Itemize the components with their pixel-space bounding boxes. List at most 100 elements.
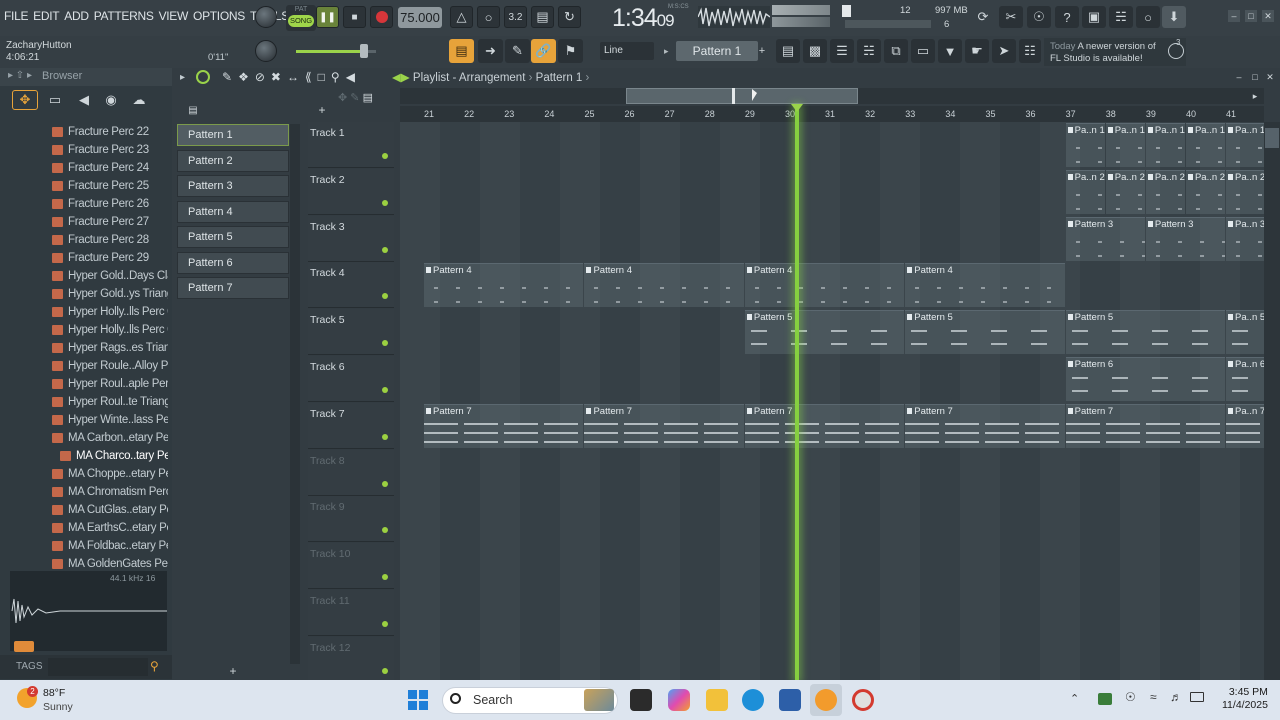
track-header[interactable]: Track 6: [308, 356, 394, 402]
scroll-right-arrow-icon[interactable]: ▸: [1250, 90, 1260, 102]
shop-button[interactable]: ☷: [1019, 39, 1041, 63]
file-explorer-icon[interactable]: [706, 689, 728, 711]
browser-item[interactable]: Hyper Winte..lass Perc: [0, 411, 168, 429]
main-volume-knob[interactable]: [255, 6, 277, 28]
playhead-marker-icon[interactable]: [790, 104, 803, 112]
picker-patterns-icon[interactable]: ▤: [184, 102, 202, 118]
pattern-item[interactable]: Pattern 7: [177, 277, 289, 299]
touch-keyboard-button[interactable]: ☛: [965, 39, 989, 63]
pattern-prev-arrow-icon[interactable]: ▸: [664, 42, 674, 60]
metronome-button[interactable]: △: [450, 6, 473, 28]
browser-cloud-button[interactable]: ☁: [129, 90, 149, 110]
plugin-database-button[interactable]: ▼: [938, 39, 962, 63]
pattern-clip[interactable]: Pattern 3: [1145, 216, 1226, 261]
timeline-ruler[interactable]: 21 22 23 24 25 26 27 28 29 30 31 32 33 34 35 36 37 38 39 40…: [400, 106, 1264, 122]
browser-item[interactable]: Fracture Perc 24: [0, 159, 168, 177]
pattern-item[interactable]: Pattern 6: [177, 251, 289, 274]
menu-item-add[interactable]: ADD: [64, 9, 89, 23]
menu-item-view[interactable]: VIEW: [159, 9, 189, 23]
browser-sounds-button[interactable]: ◉: [101, 90, 121, 110]
undo-button[interactable]: ⟳: [972, 6, 994, 28]
close-button[interactable]: ✕: [1262, 10, 1274, 22]
pattern-clip[interactable]: Pattern 3: [1065, 216, 1145, 261]
playlist-window-button[interactable]: ▤: [776, 39, 800, 63]
search-icon[interactable]: ⚲: [150, 659, 159, 673]
pattern-clip[interactable]: Pattern 4: [905, 263, 1065, 308]
browser-item[interactable]: Hyper Roule..Alloy Perc: [0, 357, 168, 375]
weather-temp[interactable]: 88°F: [43, 687, 65, 699]
track-mute-led[interactable]: [382, 667, 388, 674]
battery-icon[interactable]: [1190, 692, 1204, 702]
browser-item[interactable]: MA Charco..tary Perc: [0, 447, 168, 465]
browser-plugins-button[interactable]: ◀: [74, 90, 94, 110]
start-button[interactable]: [408, 690, 428, 710]
pattern-clip[interactable]: Pa..n 1: [1145, 123, 1185, 167]
track-mute-led[interactable]: [382, 246, 388, 253]
sample-play-icon[interactable]: [14, 641, 34, 652]
picker-scrollbar[interactable]: [290, 124, 300, 664]
browser-item[interactable]: Fracture Perc 28: [0, 231, 168, 249]
track-mute-led[interactable]: [382, 199, 388, 206]
pattern-filter-icon[interactable]: ▤: [363, 92, 373, 104]
track-mute-led[interactable]: [382, 387, 388, 393]
pat-song-toggle[interactable]: PAT SONG: [286, 5, 316, 31]
pattern-item[interactable]: Pattern 3: [177, 175, 289, 197]
pattern-clip[interactable]: Pa..n 5: [1226, 310, 1264, 355]
zoom-icon[interactable]: ⚲: [331, 70, 340, 84]
track-header[interactable]: Track 10: [308, 543, 394, 590]
playlist-arrow-button[interactable]: ➜: [478, 39, 503, 63]
browser-item[interactable]: Fracture Perc 27: [0, 213, 168, 231]
mute-icon[interactable]: ✖: [271, 70, 281, 84]
browser-nav-arrows-icon[interactable]: ▸ ⇧ ▸: [8, 70, 32, 81]
browser-item[interactable]: MA Choppe..etary Perc: [0, 465, 168, 483]
fl-studio-icon[interactable]: [815, 689, 837, 711]
pattern-item[interactable]: Pattern 1: [177, 124, 289, 146]
browser-item[interactable]: MA GoldenGates Perc: [0, 555, 168, 569]
browser-item[interactable]: Fracture Perc 22: [0, 123, 168, 141]
microphone-icon[interactable]: ☉: [1125, 690, 1136, 704]
record-button[interactable]: [370, 6, 393, 28]
browser-item[interactable]: Fracture Perc 23: [0, 141, 168, 159]
track-mute-led[interactable]: [382, 527, 388, 534]
menu-item-patterns[interactable]: PATTERNS: [94, 9, 154, 23]
pattern-clip[interactable]: Pa..n 2: [1105, 169, 1145, 214]
pattern-item[interactable]: Pattern 2: [177, 149, 289, 172]
pattern-clip[interactable]: Pattern 4: [424, 263, 584, 308]
update-hint-panel[interactable]: Today A newer version of FL Studio is av…: [1044, 38, 1186, 66]
menu-item-edit[interactable]: EDIT: [33, 9, 59, 23]
pattern-clip[interactable]: Pa..n 2: [1185, 169, 1226, 214]
track-mute-led[interactable]: [382, 433, 388, 440]
delete-icon[interactable]: ⊘: [255, 70, 265, 84]
browser-item[interactable]: MA Chromatism Perc: [0, 483, 168, 501]
track-mute-led[interactable]: [382, 293, 388, 300]
audio-icon[interactable]: ✎: [350, 92, 359, 104]
browser-item[interactable]: Hyper Roul..aple Perc: [0, 375, 168, 393]
pattern-clip[interactable]: Pattern 7: [584, 403, 744, 448]
pattern-clip[interactable]: Pa..n 2: [1145, 169, 1185, 214]
save-button[interactable]: ▣: [1082, 6, 1106, 28]
notes-icon[interactable]: ✥: [338, 92, 347, 104]
channel-rack-button[interactable]: ☰: [830, 39, 854, 63]
arrangement-grid[interactable]: Pa..n 1 Pa..n 1 Pa..n 1 Pa..n 1 Pa..n 1 Pa..n…: [400, 122, 1264, 680]
stamp-button[interactable]: ⚑: [558, 39, 583, 63]
pattern-clip[interactable]: Pa..n 1: [1105, 123, 1145, 167]
countdown-button[interactable]: 3.2: [504, 6, 527, 28]
step-edit-button[interactable]: ▤: [531, 6, 554, 28]
wait-input-button[interactable]: ○: [477, 6, 500, 28]
playlist-menu-arrow-icon[interactable]: ▸: [180, 72, 185, 83]
browser-item[interactable]: Hyper Rags..es Triangle: [0, 339, 168, 357]
pattern-clip[interactable]: Pa..n 1: [1185, 123, 1226, 167]
playback-icon[interactable]: ◀: [346, 70, 355, 84]
browser-current-project-button[interactable]: ▭: [45, 90, 65, 110]
track-header[interactable]: Track 1: [308, 122, 394, 168]
track-header[interactable]: Track 12: [308, 636, 394, 683]
browser-item[interactable]: MA Carbon..etary Perc: [0, 429, 168, 447]
minimize-button[interactable]: –: [1228, 10, 1240, 22]
pattern-clip[interactable]: Pa..n 3: [1226, 216, 1264, 261]
wifi-icon[interactable]: ≈: [1150, 690, 1157, 704]
edge-icon[interactable]: [742, 689, 764, 711]
tempo-display[interactable]: 75.000: [398, 7, 442, 28]
playhead[interactable]: [794, 106, 799, 680]
browser-item[interactable]: MA EarthsC..etary Perc: [0, 519, 168, 537]
browser-item[interactable]: Hyper Holly..lls Perc 01: [0, 303, 168, 321]
